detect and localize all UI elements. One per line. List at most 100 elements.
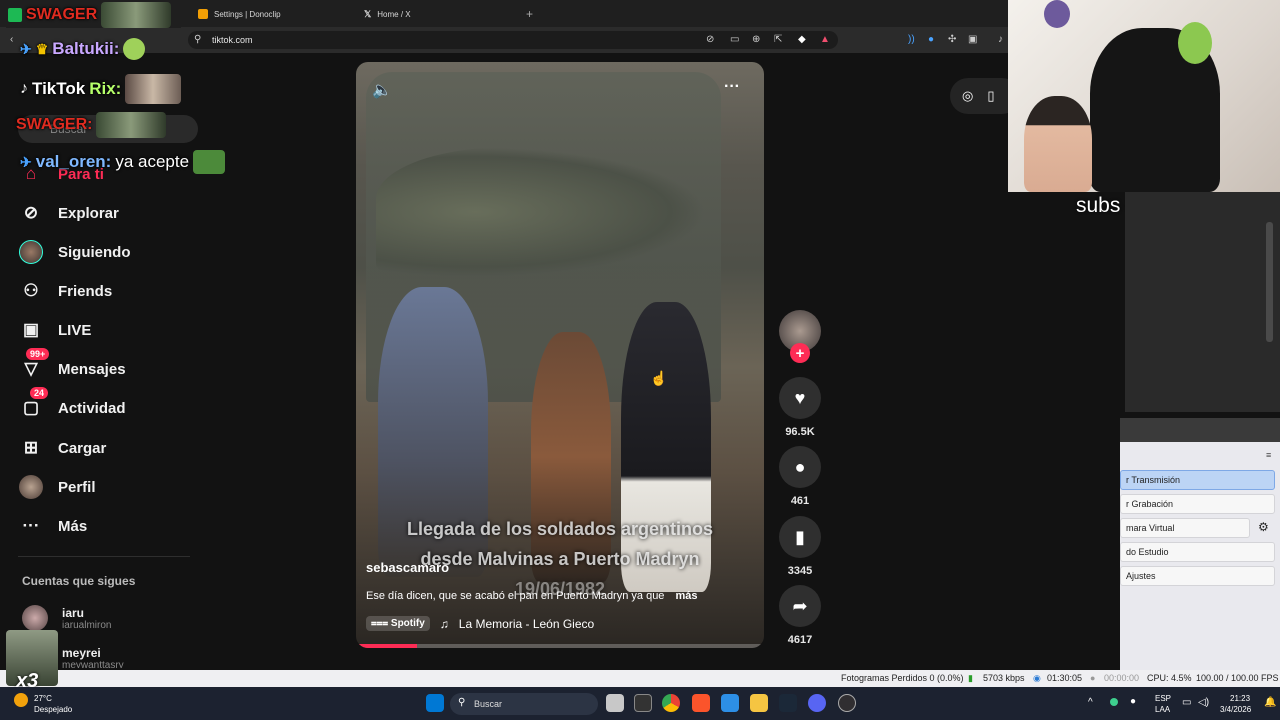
keyboard-layout[interactable]: LAA bbox=[1155, 705, 1170, 714]
obs-status-bar: Fotogramas Perdidos 0 (0.0%) ▮ 5703 kbps… bbox=[0, 670, 1280, 687]
spotify-chip[interactable]: ⩶ Spotify bbox=[366, 616, 430, 631]
sidebar-item-label: Friends bbox=[58, 282, 113, 300]
compass-icon: ⊘ bbox=[23, 203, 39, 222]
comment-count: 461 bbox=[790, 495, 810, 507]
coin-icon[interactable]: ◎ bbox=[962, 88, 973, 104]
author-avatar-button[interactable]: + bbox=[778, 310, 822, 363]
tracking-icon[interactable]: ⊘ bbox=[706, 34, 714, 45]
friends-icon: ⚇ bbox=[23, 281, 39, 300]
obs-icon[interactable] bbox=[838, 694, 856, 712]
share-icon[interactable]: ⇱ bbox=[774, 34, 782, 45]
dock-menu-icon[interactable]: ≡ bbox=[1266, 450, 1271, 460]
steam-icon[interactable] bbox=[779, 694, 797, 712]
wifi-icon[interactable]: )) bbox=[908, 34, 915, 45]
follow-plus-icon[interactable]: + bbox=[790, 343, 810, 363]
music-icon[interactable]: ♪ bbox=[998, 34, 1003, 45]
chrome-icon[interactable] bbox=[662, 694, 680, 712]
sidebar-item-friends[interactable]: ⚇ Friends bbox=[18, 277, 112, 305]
url-field[interactable]: tiktok.com bbox=[188, 31, 838, 49]
rewards-icon[interactable]: ▲ bbox=[820, 34, 830, 45]
shield-icon[interactable]: ◆ bbox=[798, 34, 806, 45]
tab-donoclip-settings[interactable]: Settings | Donoclip bbox=[190, 3, 350, 25]
clock-date[interactable]: 3/4/2026 bbox=[1220, 705, 1251, 714]
epic-games-icon[interactable] bbox=[634, 694, 652, 712]
obs-studio-mode-button[interactable]: do Estudio bbox=[1120, 542, 1275, 562]
sidebar-item-label: Siguiendo bbox=[58, 243, 131, 261]
more-icon: ··· bbox=[22, 516, 40, 535]
x-logo-icon: 𝕏 bbox=[364, 8, 372, 19]
stream-icon: ◉ bbox=[1033, 673, 1041, 683]
following-heading: Cuentas que sigues bbox=[22, 574, 136, 588]
clock-time[interactable]: 21:23 bbox=[1230, 694, 1250, 703]
sidebar-icon[interactable]: ▣ bbox=[968, 34, 977, 45]
signal-icon: ▮ bbox=[968, 673, 973, 683]
screen-icon[interactable]: ▭ bbox=[730, 34, 739, 45]
obs-virtual-camera-button[interactable]: mara Virtual bbox=[1120, 518, 1250, 538]
obs-settings-button[interactable]: Ajustes bbox=[1120, 566, 1275, 586]
sidebar-item-explorar[interactable]: ⊘ Explorar bbox=[18, 199, 119, 227]
kick-icon bbox=[8, 8, 22, 22]
share-arrow-icon[interactable]: ➦ bbox=[779, 585, 821, 627]
volume-icon[interactable]: ◁) bbox=[1198, 697, 1209, 708]
sidebar-item-cargar[interactable]: ⊞ Cargar bbox=[18, 434, 106, 462]
like-action[interactable]: ♥ 96.5K bbox=[778, 377, 822, 438]
tray-chevron-icon[interactable]: ^ bbox=[1088, 697, 1093, 708]
tab-x-home[interactable]: 𝕏 Home / X bbox=[356, 3, 516, 25]
url-text: tiktok.com bbox=[212, 35, 253, 45]
gear-icon[interactable]: ⚙ bbox=[1258, 520, 1269, 534]
discord-icon[interactable] bbox=[808, 694, 826, 712]
weather-sun-icon bbox=[14, 693, 28, 707]
more-link[interactable]: más bbox=[676, 590, 698, 602]
share-action[interactable]: ➦ 4617 bbox=[778, 585, 822, 646]
cursor-icon: ☝ bbox=[650, 370, 668, 386]
new-tab-button[interactable]: + bbox=[518, 3, 541, 25]
obs-stream-button[interactable]: r Transmisión bbox=[1120, 470, 1275, 490]
site-info-icon[interactable]: ⚲ bbox=[194, 34, 201, 45]
video-progress-bar[interactable] bbox=[356, 644, 764, 648]
chat-username: Rix: bbox=[89, 79, 122, 98]
brave-icon[interactable] bbox=[692, 694, 710, 712]
sidebar-item-actividad[interactable]: ▢ 24 Actividad bbox=[18, 387, 126, 422]
heart-icon[interactable]: ♥ bbox=[779, 377, 821, 419]
device-icon[interactable]: ▯ bbox=[987, 88, 994, 104]
cpu-usage: CPU: 4.5% bbox=[1147, 673, 1192, 683]
chat-username: SWAGER bbox=[26, 6, 98, 23]
obs-button-label: r Transmisión bbox=[1126, 475, 1181, 485]
store-icon[interactable] bbox=[721, 694, 739, 712]
music-row[interactable]: ⩶ Spotify ♫ La Memoria - León Gieco bbox=[366, 616, 594, 631]
sidebar-item-mensajes[interactable]: ▽ 99+ Mensajes bbox=[18, 348, 126, 383]
video-player[interactable]: 🔈 ··· Llegada de los soldados argentinos… bbox=[356, 62, 764, 648]
windows-start-icon[interactable] bbox=[426, 694, 444, 712]
chat-line-5: ✈ val_oren: ya acepte bbox=[20, 150, 226, 174]
sidebar-item-live[interactable]: ▣ LIVE bbox=[18, 316, 91, 344]
sidebar-item-mas[interactable]: ··· Más bbox=[18, 512, 88, 540]
followed-account-iaru[interactable]: iaru iarualmiron bbox=[22, 605, 111, 631]
more-options-icon[interactable]: ··· bbox=[724, 78, 740, 96]
display-icon[interactable]: ▭ bbox=[1182, 697, 1191, 708]
obs-scrollbar[interactable] bbox=[1266, 222, 1273, 342]
sidebar-item-perfil[interactable]: Perfil bbox=[18, 473, 96, 501]
obs-button-label: do Estudio bbox=[1126, 547, 1169, 557]
task-view-icon[interactable] bbox=[606, 694, 624, 712]
comment-action[interactable]: ● 461 bbox=[778, 446, 822, 507]
language-code[interactable]: ESP bbox=[1155, 694, 1171, 703]
zoom-icon[interactable]: ⊕ bbox=[752, 34, 760, 45]
comment-icon[interactable]: ● bbox=[779, 446, 821, 488]
webcam-plush bbox=[1044, 0, 1070, 28]
bookmark-icon[interactable]: ▮ bbox=[779, 516, 821, 558]
sidebar-item-siguiendo[interactable]: Siguiendo bbox=[18, 238, 131, 266]
emote-image bbox=[96, 112, 167, 138]
account-name: iaru bbox=[62, 605, 85, 620]
folder-icon[interactable] bbox=[750, 694, 768, 712]
puzzle-icon[interactable]: ✣ bbox=[948, 34, 956, 45]
mute-icon[interactable]: 🔈 bbox=[372, 80, 392, 100]
back-icon[interactable]: ‹ bbox=[10, 34, 13, 45]
obs-record-button[interactable]: r Grabación bbox=[1120, 494, 1275, 514]
save-action[interactable]: ▮ 3345 bbox=[778, 516, 822, 577]
mic-icon[interactable]: ● bbox=[1130, 696, 1136, 707]
notifications-icon[interactable]: 🔔 bbox=[1264, 697, 1276, 708]
video-author[interactable]: sebascamaro bbox=[366, 560, 449, 575]
tray-status-icon[interactable] bbox=[1110, 698, 1118, 706]
extension-icon[interactable]: ● bbox=[928, 34, 934, 45]
taskbar-search[interactable]: Buscar bbox=[450, 693, 598, 715]
